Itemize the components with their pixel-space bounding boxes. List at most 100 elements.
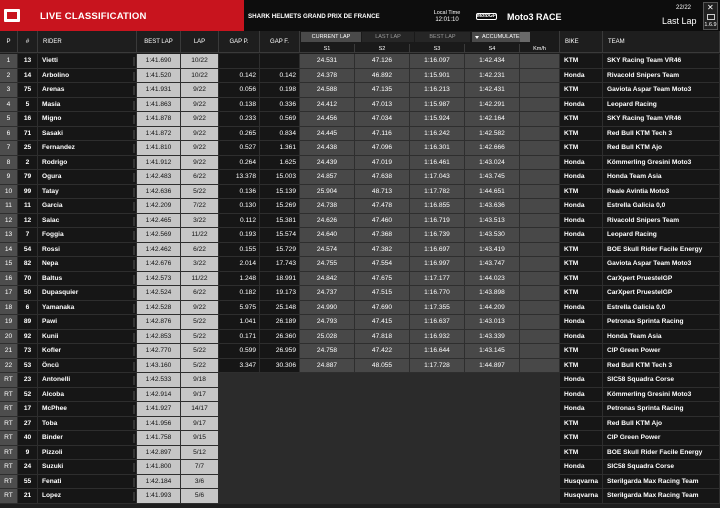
cell-s2: 47.034	[355, 112, 410, 127]
cell-number: 70	[18, 271, 38, 286]
cell-s2: 47.013	[355, 97, 410, 112]
cell-bike: KTM	[560, 112, 603, 127]
cell-speed	[520, 54, 560, 69]
col-header-pos[interactable]: P	[0, 31, 18, 53]
cell-team: BOE Skull Rider Facile Energy	[603, 242, 720, 257]
table-row[interactable]: 18 6 Yamanaka 1:42.528 9/22 5.975 25.148 24.990…	[0, 300, 720, 315]
cell-s2: 47.019	[355, 155, 410, 170]
cell-team: SKY Racing Team VR46	[603, 54, 720, 69]
dropdown-toggle-icon[interactable]	[520, 32, 530, 42]
table-row[interactable]: 22 53 Öncü 1:43.160 5/22 3.347 30.306 24.887 48.…	[0, 358, 720, 373]
cell-best-lap: 1:42.528	[137, 300, 181, 315]
cell-speed	[520, 257, 560, 272]
drag-handle-icon	[133, 231, 135, 240]
tab-current-lap[interactable]: CURRENT LAP	[301, 32, 361, 42]
table-row[interactable]: 14 54 Rossi 1:42.462 6/22 0.155 15.729 24.574 47…	[0, 242, 720, 257]
table-row[interactable]: 21 73 Kofler 1:42.770 5/22 0.599 26.959 24.758 4…	[0, 344, 720, 359]
cell-lap: 9/17	[181, 416, 219, 431]
cell-s2: 48.055	[355, 358, 410, 373]
table-row[interactable]: 19 89 Pawi 1:42.876 5/22 1.041 26.189 24.793 47.…	[0, 315, 720, 330]
table-row[interactable]: 7 25 Fernandez 1:41.810 9/22 0.527 1.361 24.438…	[0, 141, 720, 156]
cell-team: Estrella Galicia 0,0	[603, 300, 720, 315]
col-header-gap-f[interactable]: GAP F.	[260, 31, 300, 53]
cell-s4: 1:44.209	[465, 300, 520, 315]
cell-best-lap: 1:41.863	[137, 97, 181, 112]
cell-gap-p: 0.527	[219, 141, 260, 156]
cell-s3: 1:17.177	[410, 271, 465, 286]
cell-speed	[520, 358, 560, 373]
maximize-icon[interactable]	[707, 14, 715, 20]
cell-rider: Ogura	[38, 170, 137, 185]
cell-gap-f: 18.991	[260, 271, 300, 286]
table-row[interactable]: 6 71 Sasaki 1:41.872 9/22 0.265 0.834 24.445 47.…	[0, 126, 720, 141]
table-row[interactable]: 13 7 Foggia 1:42.569 11/22 0.193 15.574 24.640 4…	[0, 228, 720, 243]
cell-gap-f: 0.336	[260, 97, 300, 112]
cell-s2: 47.690	[355, 300, 410, 315]
cell-team: Red Bull KTM Ajo	[603, 141, 720, 156]
col-header-bike[interactable]: BIKE	[560, 31, 603, 53]
col-header-num[interactable]: #	[18, 31, 38, 53]
cell-s3: 1:16.697	[410, 242, 465, 257]
cell-team: Sterilgarda Max Racing Team	[603, 474, 720, 489]
cell-s4: 1:42.291	[465, 97, 520, 112]
col-header-rider[interactable]: RIDER	[38, 31, 137, 53]
cell-gap-p: 0.265	[219, 126, 260, 141]
cell-s4: 1:43.513	[465, 213, 520, 228]
cell-s1: 24.531	[300, 54, 355, 69]
cell-gap-f: 15.003	[260, 170, 300, 185]
cell-speed	[520, 155, 560, 170]
cell-team: Kömmerling Gresini Moto3	[603, 387, 720, 402]
col-header-gap-p[interactable]: GAP P.	[219, 31, 260, 53]
table-row[interactable]: 9 79 Ogura 1:42.483 6/22 13.378 15.003 24.857 47…	[0, 170, 720, 185]
cell-speed	[520, 112, 560, 127]
table-row[interactable]: 8 2 Rodrigo 1:41.912 9/22 0.264 1.625 24.439 47.…	[0, 155, 720, 170]
drag-handle-icon	[133, 390, 135, 400]
cell-gap-p: 0.112	[219, 213, 260, 228]
cell-number: 89	[18, 315, 38, 330]
cell-s1: 24.439	[300, 155, 355, 170]
cell-number: 17	[18, 402, 38, 417]
cell-gap-f: 19.173	[260, 286, 300, 301]
table-row[interactable]: 15 82 Nepa 1:42.676 3/22 2.014 17.743 24.755 47.…	[0, 257, 720, 272]
table-row[interactable]: 3 75 Arenas 1:41.931 9/22 0.056 0.198 24.588 47.…	[0, 83, 720, 98]
cell-number: 2	[18, 155, 38, 170]
tab-last-lap[interactable]: LAST LAP	[362, 32, 414, 42]
table-row[interactable]: 5 16 Migno 1:41.878 9/22 0.233 0.569 24.456 47.0…	[0, 112, 720, 127]
cell-best-lap: 1:41.810	[137, 141, 181, 156]
cell-bike: Honda	[560, 315, 603, 330]
table-row[interactable]: 4 5 Masia 1:41.863 9/22 0.138 0.336 24.412 47.01…	[0, 97, 720, 112]
accumulated-dropdown[interactable]: ACCUMULATED	[472, 32, 530, 42]
cell-lap: 6/22	[181, 242, 219, 257]
table-row[interactable]: 11 11 Garcia 1:42.209 7/22 0.130 15.269 24.738 4…	[0, 199, 720, 214]
cell-lap: 7/22	[181, 199, 219, 214]
cell-gap-p: 0.193	[219, 228, 260, 243]
col-header-team[interactable]: TEAM	[603, 31, 720, 53]
tab-best-lap[interactable]: BEST LAP	[415, 32, 470, 42]
cell-gap-f: 30.306	[260, 358, 300, 373]
cell-lap: 9/22	[181, 83, 219, 98]
cell-bike: Honda	[560, 199, 603, 214]
cell-lap: 5/22	[181, 329, 219, 344]
col-header-best-lap[interactable]: BEST LAP	[137, 31, 181, 53]
table-row[interactable]: 16 70 Baltus 1:42.573 11/22 1.248 18.991 24.842…	[0, 271, 720, 286]
cell-bike: Honda	[560, 373, 603, 388]
col-header-lap[interactable]: LAP	[181, 31, 219, 53]
cell-rider: Suzuki	[38, 460, 137, 475]
cell-s3: 1:16.213	[410, 83, 465, 98]
table-row[interactable]: 2 14 Arbolino 1:41.520 10/22 0.142 0.142 24.378…	[0, 68, 720, 83]
table-row[interactable]: 1 13 Vietti 1:41.690 10/22 24.531 47.126 1:16.0…	[0, 54, 720, 69]
cell-s1: 24.378	[300, 68, 355, 83]
table-row[interactable]: 17 50 Dupasquier 1:42.524 6/22 0.182 19.173 24.…	[0, 286, 720, 301]
cell-s2: 47.096	[355, 141, 410, 156]
table-row[interactable]: 12 12 Salac 1:42.465 3/22 0.112 15.381 24.626 47…	[0, 213, 720, 228]
table-row[interactable]: 20 92 Kunii 1:42.853 5/22 0.171 26.360 25.028 47…	[0, 329, 720, 344]
cell-bike: Honda	[560, 68, 603, 83]
drag-handle-icon	[133, 71, 135, 81]
cell-gap-f: 25.148	[260, 300, 300, 315]
cell-bike: Honda	[560, 97, 603, 112]
cell-rider: Rodrigo	[38, 155, 137, 170]
cell-pos: 15	[0, 257, 18, 272]
close-icon[interactable]: ✕	[707, 4, 714, 12]
table-row[interactable]: 10 99 Tatay 1:42.636 5/22 0.136 15.139 25.904 48…	[0, 184, 720, 199]
cell-best-lap: 1:41.800	[137, 460, 181, 475]
